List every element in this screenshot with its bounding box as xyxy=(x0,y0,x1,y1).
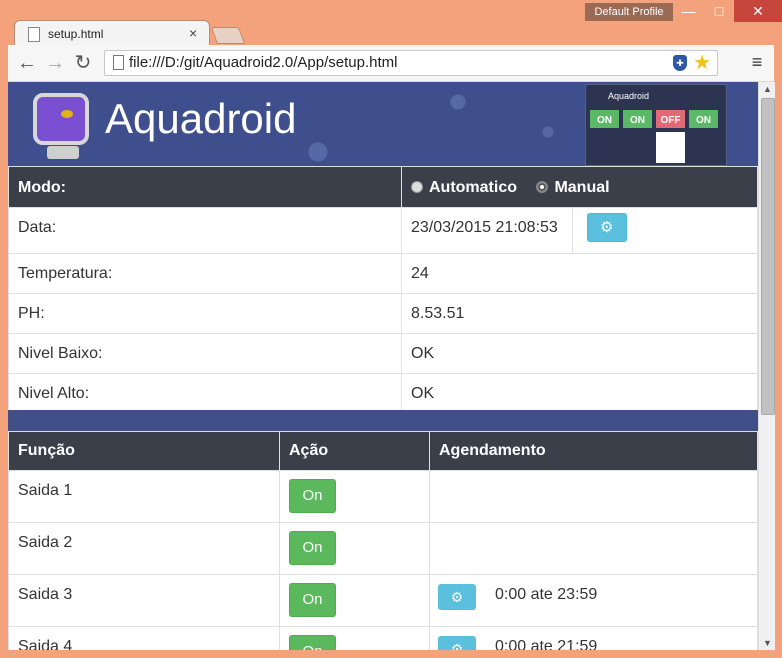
date-label: Data: xyxy=(8,207,402,254)
vertical-scrollbar[interactable]: ▲ ▼ xyxy=(758,82,775,650)
mode-option-automatico[interactable]: Automatico xyxy=(429,179,517,196)
gear-icon: ⚙ xyxy=(450,641,464,650)
close-window-button[interactable]: ✕ xyxy=(734,0,782,22)
schedule-column-header: Agendamento xyxy=(429,431,758,471)
bookmark-star-icon[interactable]: ★ xyxy=(693,52,711,74)
function-name: Saida 1 xyxy=(8,470,280,523)
header-banner: Aquadroid Aquadroid ON ON OFF ON xyxy=(8,82,758,166)
gear-icon: ⚙ xyxy=(450,589,464,605)
logo-stand xyxy=(47,146,79,159)
functions-table: Função Ação Agendamento Saida 1 On Saida… xyxy=(8,431,758,650)
maximize-button[interactable]: □ xyxy=(704,0,734,22)
saida-3-on-button[interactable]: On xyxy=(289,583,336,617)
preview-title: Aquadroid xyxy=(608,91,650,101)
preview-panel xyxy=(656,132,685,163)
mode-option-manual[interactable]: Manual xyxy=(554,179,609,196)
saida-1-on-button[interactable]: On xyxy=(289,479,336,513)
minimize-button[interactable]: — xyxy=(673,0,704,22)
new-tab-button[interactable] xyxy=(210,27,246,44)
shield-icon[interactable]: ✚ xyxy=(673,55,687,71)
browser-menu-button[interactable]: ≡ xyxy=(748,53,766,71)
schedule-cell xyxy=(429,470,758,523)
brand-title: Aquadroid xyxy=(105,95,297,142)
page-icon xyxy=(113,55,124,70)
preview-tile-3: OFF xyxy=(656,110,685,128)
dashboard-preview-image: Aquadroid ON ON OFF ON xyxy=(585,84,727,166)
mode-options: Automatico Manual xyxy=(401,166,758,208)
action-cell: On xyxy=(279,574,430,627)
schedule-cell: ⚙ 0:00 ate 23:59 xyxy=(429,574,758,627)
schedule-value: 0:00 ate 23:59 xyxy=(495,586,598,603)
radio-manual-icon[interactable] xyxy=(536,181,549,194)
document-icon xyxy=(28,27,40,42)
scroll-down-icon[interactable]: ▼ xyxy=(763,638,772,648)
low-level-value: OK xyxy=(401,333,758,374)
section-separator xyxy=(8,410,758,431)
date-settings-button[interactable]: ⚙ xyxy=(586,213,627,243)
ph-value: 8.53.51 xyxy=(401,293,758,334)
action-cell: On xyxy=(279,522,430,575)
function-name: Saida 4 xyxy=(8,626,280,650)
schedule-cell: ⚙ 0:00 ate 21:59 xyxy=(429,626,758,650)
schedule-settings-button[interactable]: ⚙ xyxy=(438,636,476,650)
function-name: Saida 3 xyxy=(8,574,280,627)
forward-button[interactable]: → xyxy=(43,52,67,74)
preview-tile-2: ON xyxy=(623,110,652,128)
action-cell: On xyxy=(279,470,430,523)
high-level-value: OK xyxy=(401,373,758,414)
scrollbar-thumb[interactable] xyxy=(761,98,775,415)
fish-icon xyxy=(61,110,73,118)
preview-tile-4: ON xyxy=(689,110,718,128)
reload-button[interactable]: ↻ xyxy=(71,52,95,74)
date-cell: 23/03/2015 21:08:53 ⚙ xyxy=(401,207,758,254)
page-content: Aquadroid Aquadroid ON ON OFF ON Modo: A… xyxy=(8,82,758,650)
saida-2-on-button[interactable]: On xyxy=(289,531,336,565)
schedule-value: 0:00 ate 21:59 xyxy=(495,638,598,650)
profile-button[interactable]: Default Profile xyxy=(585,3,673,21)
low-level-label: Nivel Baixo: xyxy=(8,333,402,374)
address-bar[interactable]: file:///D:/git/Aquadroid2.0/App/setup.ht… xyxy=(104,50,718,76)
mode-label: Modo: xyxy=(8,166,402,208)
scroll-up-icon[interactable]: ▲ xyxy=(763,84,772,94)
action-column-header: Ação xyxy=(279,431,430,471)
status-table: Modo: Automatico Manual Data: 23/03/2015… xyxy=(8,166,758,414)
temperature-label: Temperatura: xyxy=(8,253,402,294)
high-level-label: Nivel Alto: xyxy=(8,373,402,414)
browser-tab-setup[interactable]: setup.html × xyxy=(14,20,210,47)
date-value: 23/03/2015 21:08:53 xyxy=(411,219,558,236)
browser-toolbar: ← → ↻ file:///D:/git/Aquadroid2.0/App/se… xyxy=(8,45,774,82)
radio-automatico-icon[interactable] xyxy=(411,181,423,194)
action-cell: On xyxy=(279,626,430,650)
close-tab-icon[interactable]: × xyxy=(189,25,197,41)
schedule-settings-button[interactable]: ⚙ xyxy=(438,584,476,610)
saida-4-on-button[interactable]: On xyxy=(289,635,336,650)
preview-tile-1: ON xyxy=(590,110,619,128)
temperature-value: 24 xyxy=(401,253,758,294)
browser-window: Default Profile — □ ✕ setup.html × ← → ↻… xyxy=(0,0,782,658)
back-button[interactable]: ← xyxy=(15,52,39,74)
tab-title: setup.html xyxy=(48,27,104,41)
ph-label: PH: xyxy=(8,293,402,334)
function-name: Saida 2 xyxy=(8,522,280,575)
gear-icon: ⚙ xyxy=(599,219,614,237)
address-text[interactable]: file:///D:/git/Aquadroid2.0/App/setup.ht… xyxy=(129,54,397,71)
function-column-header: Função xyxy=(8,431,280,471)
aquadroid-logo xyxy=(23,85,95,162)
logo-screen xyxy=(33,93,89,145)
schedule-cell xyxy=(429,522,758,575)
